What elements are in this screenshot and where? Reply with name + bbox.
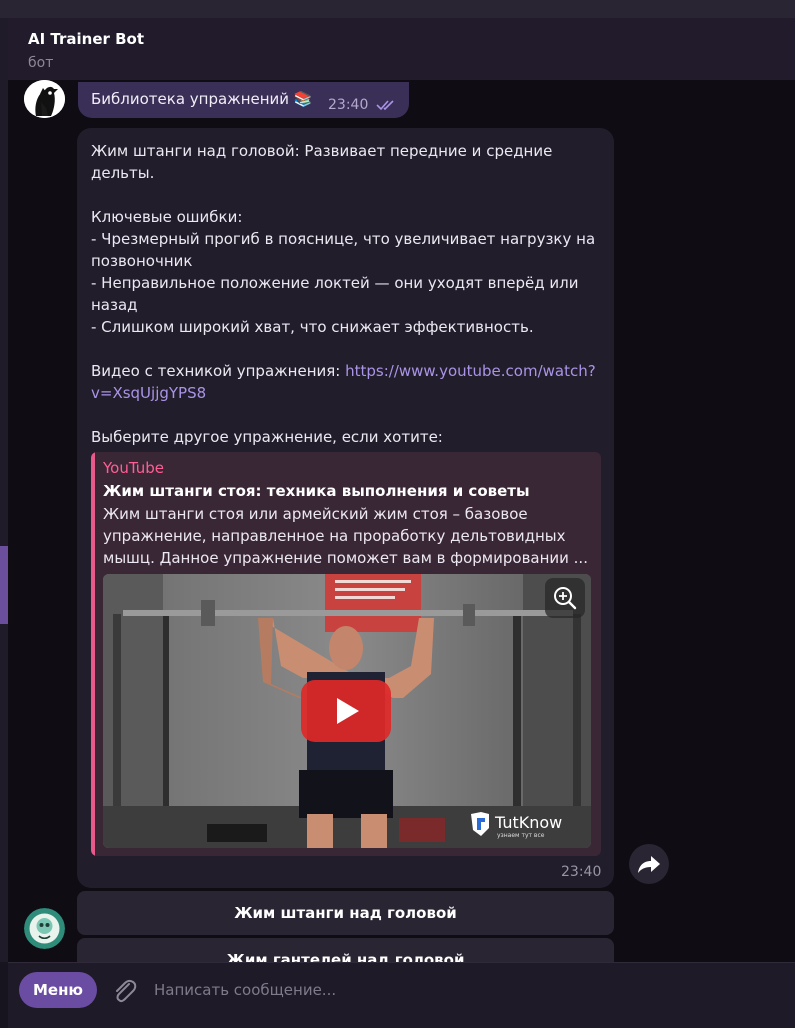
outgoing-time: 23:40 <box>328 97 369 113</box>
video-thumbnail[interactable]: TutKnow узнаем тут все <box>103 574 591 848</box>
chat-status: бот <box>28 55 54 71</box>
video-label: Видео с техникой упражнения: <box>91 362 346 380</box>
bot-avatar-icon[interactable] <box>24 80 65 118</box>
preview-title: Жим штанги стоя: техника выполнения и со… <box>103 482 530 500</box>
outgoing-text: Библиотека упражнений 📚 <box>91 90 313 108</box>
message-tail: Выберите другое упражнение, если хотите: <box>91 428 443 446</box>
chat-title: AI Trainer Bot <box>28 30 145 48</box>
forward-icon[interactable] <box>629 844 669 884</box>
watermark-text: TutKnow <box>494 813 562 832</box>
message-area[interactable]: Библиотека упражнений 📚 23:40 Жим штанги… <box>8 80 795 962</box>
window-top-strip <box>0 0 795 18</box>
keyboard-button-overhead-barbell-press[interactable]: Жим штанги над головой <box>77 891 614 935</box>
tutknow-watermark: TutKnow узнаем тут все <box>469 808 587 840</box>
link-preview[interactable]: YouTube Жим штанги стоя: техника выполне… <box>91 452 601 856</box>
chat-header[interactable]: AI Trainer Bot бот <box>8 18 795 80</box>
chat-list-edge[interactable] <box>0 18 8 962</box>
outgoing-message[interactable]: Библиотека упражнений 📚 23:40 <box>78 82 409 118</box>
bot-message-bubble[interactable]: Жим штанги над головой: Развивает передн… <box>77 128 614 888</box>
keyboard-button-overhead-dumbbell-press[interactable]: Жим гантелей над головой <box>77 938 614 962</box>
user-avatar-icon[interactable] <box>24 908 65 949</box>
watermark-subtext: узнаем тут все <box>497 832 545 839</box>
play-icon[interactable] <box>301 680 391 742</box>
preview-accent-bar <box>91 452 95 856</box>
preview-site: YouTube <box>103 459 164 477</box>
double-check-icon <box>376 96 400 115</box>
menu-button[interactable]: Меню <box>19 972 97 1008</box>
message-time: 23:40 <box>561 864 602 880</box>
message-input[interactable] <box>154 975 754 1005</box>
paperclip-icon[interactable] <box>109 976 139 1006</box>
selected-chat-indicator <box>0 546 8 624</box>
message-text: Жим штанги над головой: Развивает передн… <box>91 140 596 448</box>
composer-bar: Меню <box>8 962 795 1028</box>
zoom-in-icon[interactable] <box>545 578 585 618</box>
preview-description: Жим штанги стоя или армейский жим стоя –… <box>103 505 588 567</box>
message-body: Жим штанги над головой: Развивает передн… <box>91 142 596 336</box>
